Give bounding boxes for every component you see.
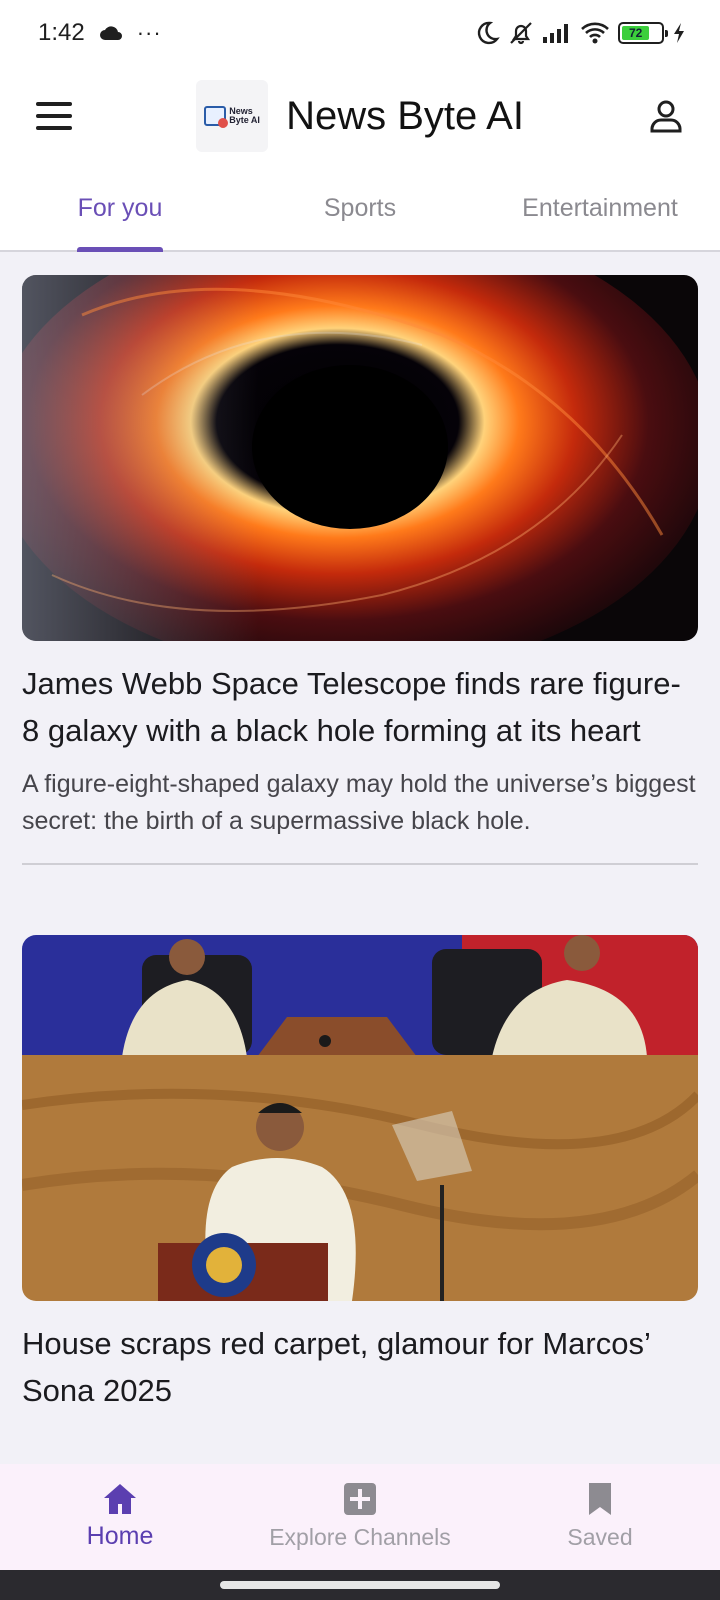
home-gesture-bar[interactable] bbox=[220, 1581, 500, 1589]
article-title[interactable]: House scraps red carpet, glamour for Mar… bbox=[22, 1320, 698, 1414]
home-icon bbox=[104, 1484, 136, 1514]
category-tabs: For you Sports Entertainment bbox=[0, 166, 720, 252]
nav-home-label: Home bbox=[86, 1522, 154, 1550]
article-divider bbox=[22, 863, 698, 865]
more-notifications-icon: ··· bbox=[136, 20, 162, 45]
news-feed[interactable]: James Webb Space Telescope finds rare fi… bbox=[0, 254, 720, 1464]
article-title[interactable]: James Webb Space Telescope finds rare fi… bbox=[22, 660, 698, 754]
nav-saved[interactable]: Saved bbox=[480, 1464, 720, 1570]
tab-entertainment[interactable]: Entertainment bbox=[480, 166, 720, 250]
black-hole-image bbox=[22, 275, 698, 641]
status-bar: 1:42 ··· 72 bbox=[0, 0, 720, 66]
nav-explore-channels[interactable]: Explore Channels bbox=[240, 1464, 480, 1570]
status-time: 1:42 bbox=[38, 19, 85, 46]
signal-icon bbox=[543, 24, 568, 43]
menu-button[interactable] bbox=[36, 102, 72, 130]
article-summary: A figure-eight-shaped galaxy may hold th… bbox=[22, 770, 696, 835]
bell-off-icon bbox=[510, 22, 532, 45]
battery-level: 72 bbox=[622, 26, 650, 40]
tab-sports[interactable]: Sports bbox=[240, 166, 480, 250]
nav-home[interactable]: Home bbox=[0, 1464, 240, 1570]
logo-text-line2: Byte AI bbox=[229, 115, 260, 125]
bookmark-icon bbox=[589, 1483, 611, 1515]
app-bar: News Byte AI News Byte AI bbox=[0, 66, 720, 166]
article-card[interactable]: House scraps red carpet, glamour for Mar… bbox=[0, 935, 720, 1414]
brand: News Byte AI News Byte AI bbox=[196, 80, 524, 152]
menu-icon-line bbox=[36, 114, 72, 118]
app-title: News Byte AI bbox=[286, 93, 524, 138]
logo-mark-icon bbox=[204, 106, 229, 128]
profile-icon[interactable] bbox=[648, 98, 684, 134]
nav-explore-label: Explore Channels bbox=[269, 1524, 451, 1550]
dnd-moon-icon bbox=[477, 21, 500, 45]
cloud-icon bbox=[99, 26, 122, 40]
tab-for-you[interactable]: For you bbox=[0, 166, 240, 250]
menu-icon-line bbox=[36, 102, 72, 106]
bottom-navigation: Home Explore Channels Saved bbox=[0, 1464, 720, 1570]
nav-saved-label: Saved bbox=[567, 1524, 633, 1550]
battery-indicator: 72 bbox=[618, 22, 668, 44]
article-card[interactable]: James Webb Space Telescope finds rare fi… bbox=[0, 275, 720, 865]
menu-icon-line bbox=[36, 126, 72, 130]
system-navigation-area bbox=[0, 1570, 720, 1600]
podium-speech-image bbox=[22, 935, 698, 1301]
plus-square-icon bbox=[344, 1483, 376, 1515]
article-image[interactable] bbox=[22, 275, 698, 641]
app-logo: News Byte AI bbox=[196, 80, 269, 152]
charging-bolt-icon bbox=[674, 23, 684, 43]
article-image[interactable] bbox=[22, 935, 698, 1301]
wifi-icon bbox=[581, 22, 609, 44]
